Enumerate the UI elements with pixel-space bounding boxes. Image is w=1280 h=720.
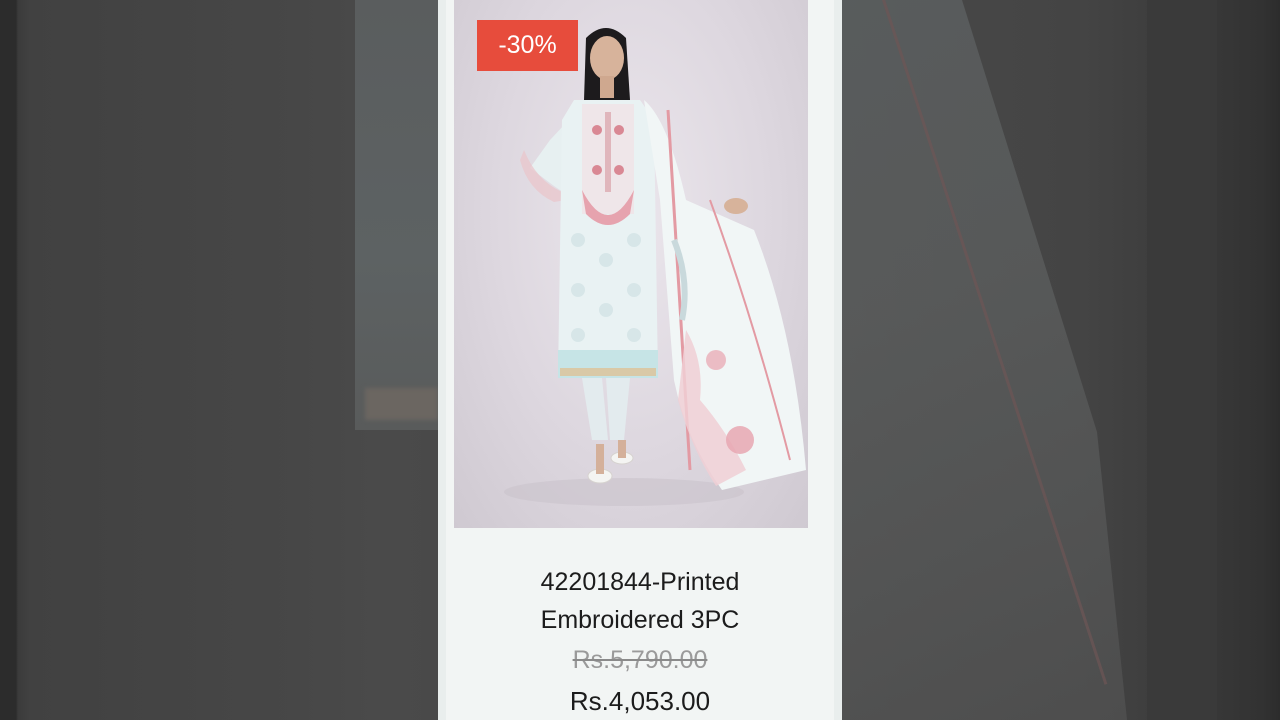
product-card[interactable]: -30% 42201844-Printed Embroidered 3PC Rs… xyxy=(438,0,842,720)
blurred-backdrop-left xyxy=(0,0,438,720)
model-illustration xyxy=(504,28,806,506)
sale-price: Rs.4,053.00 xyxy=(569,686,711,716)
discount-badge: -30% xyxy=(477,20,578,71)
blurred-backdrop-right xyxy=(842,0,1280,720)
product-title-line-2: Embroidered 3PC xyxy=(540,606,740,634)
video-frame: -30% 42201844-Printed Embroidered 3PC Rs… xyxy=(0,0,1280,720)
original-price: Rs.5,790.00 xyxy=(572,646,708,674)
product-image[interactable]: -30% xyxy=(454,0,808,528)
product-title-line-1: 42201844-Printed xyxy=(540,568,740,596)
product-title[interactable]: 42201844-Printed Embroidered 3PC xyxy=(446,563,834,639)
